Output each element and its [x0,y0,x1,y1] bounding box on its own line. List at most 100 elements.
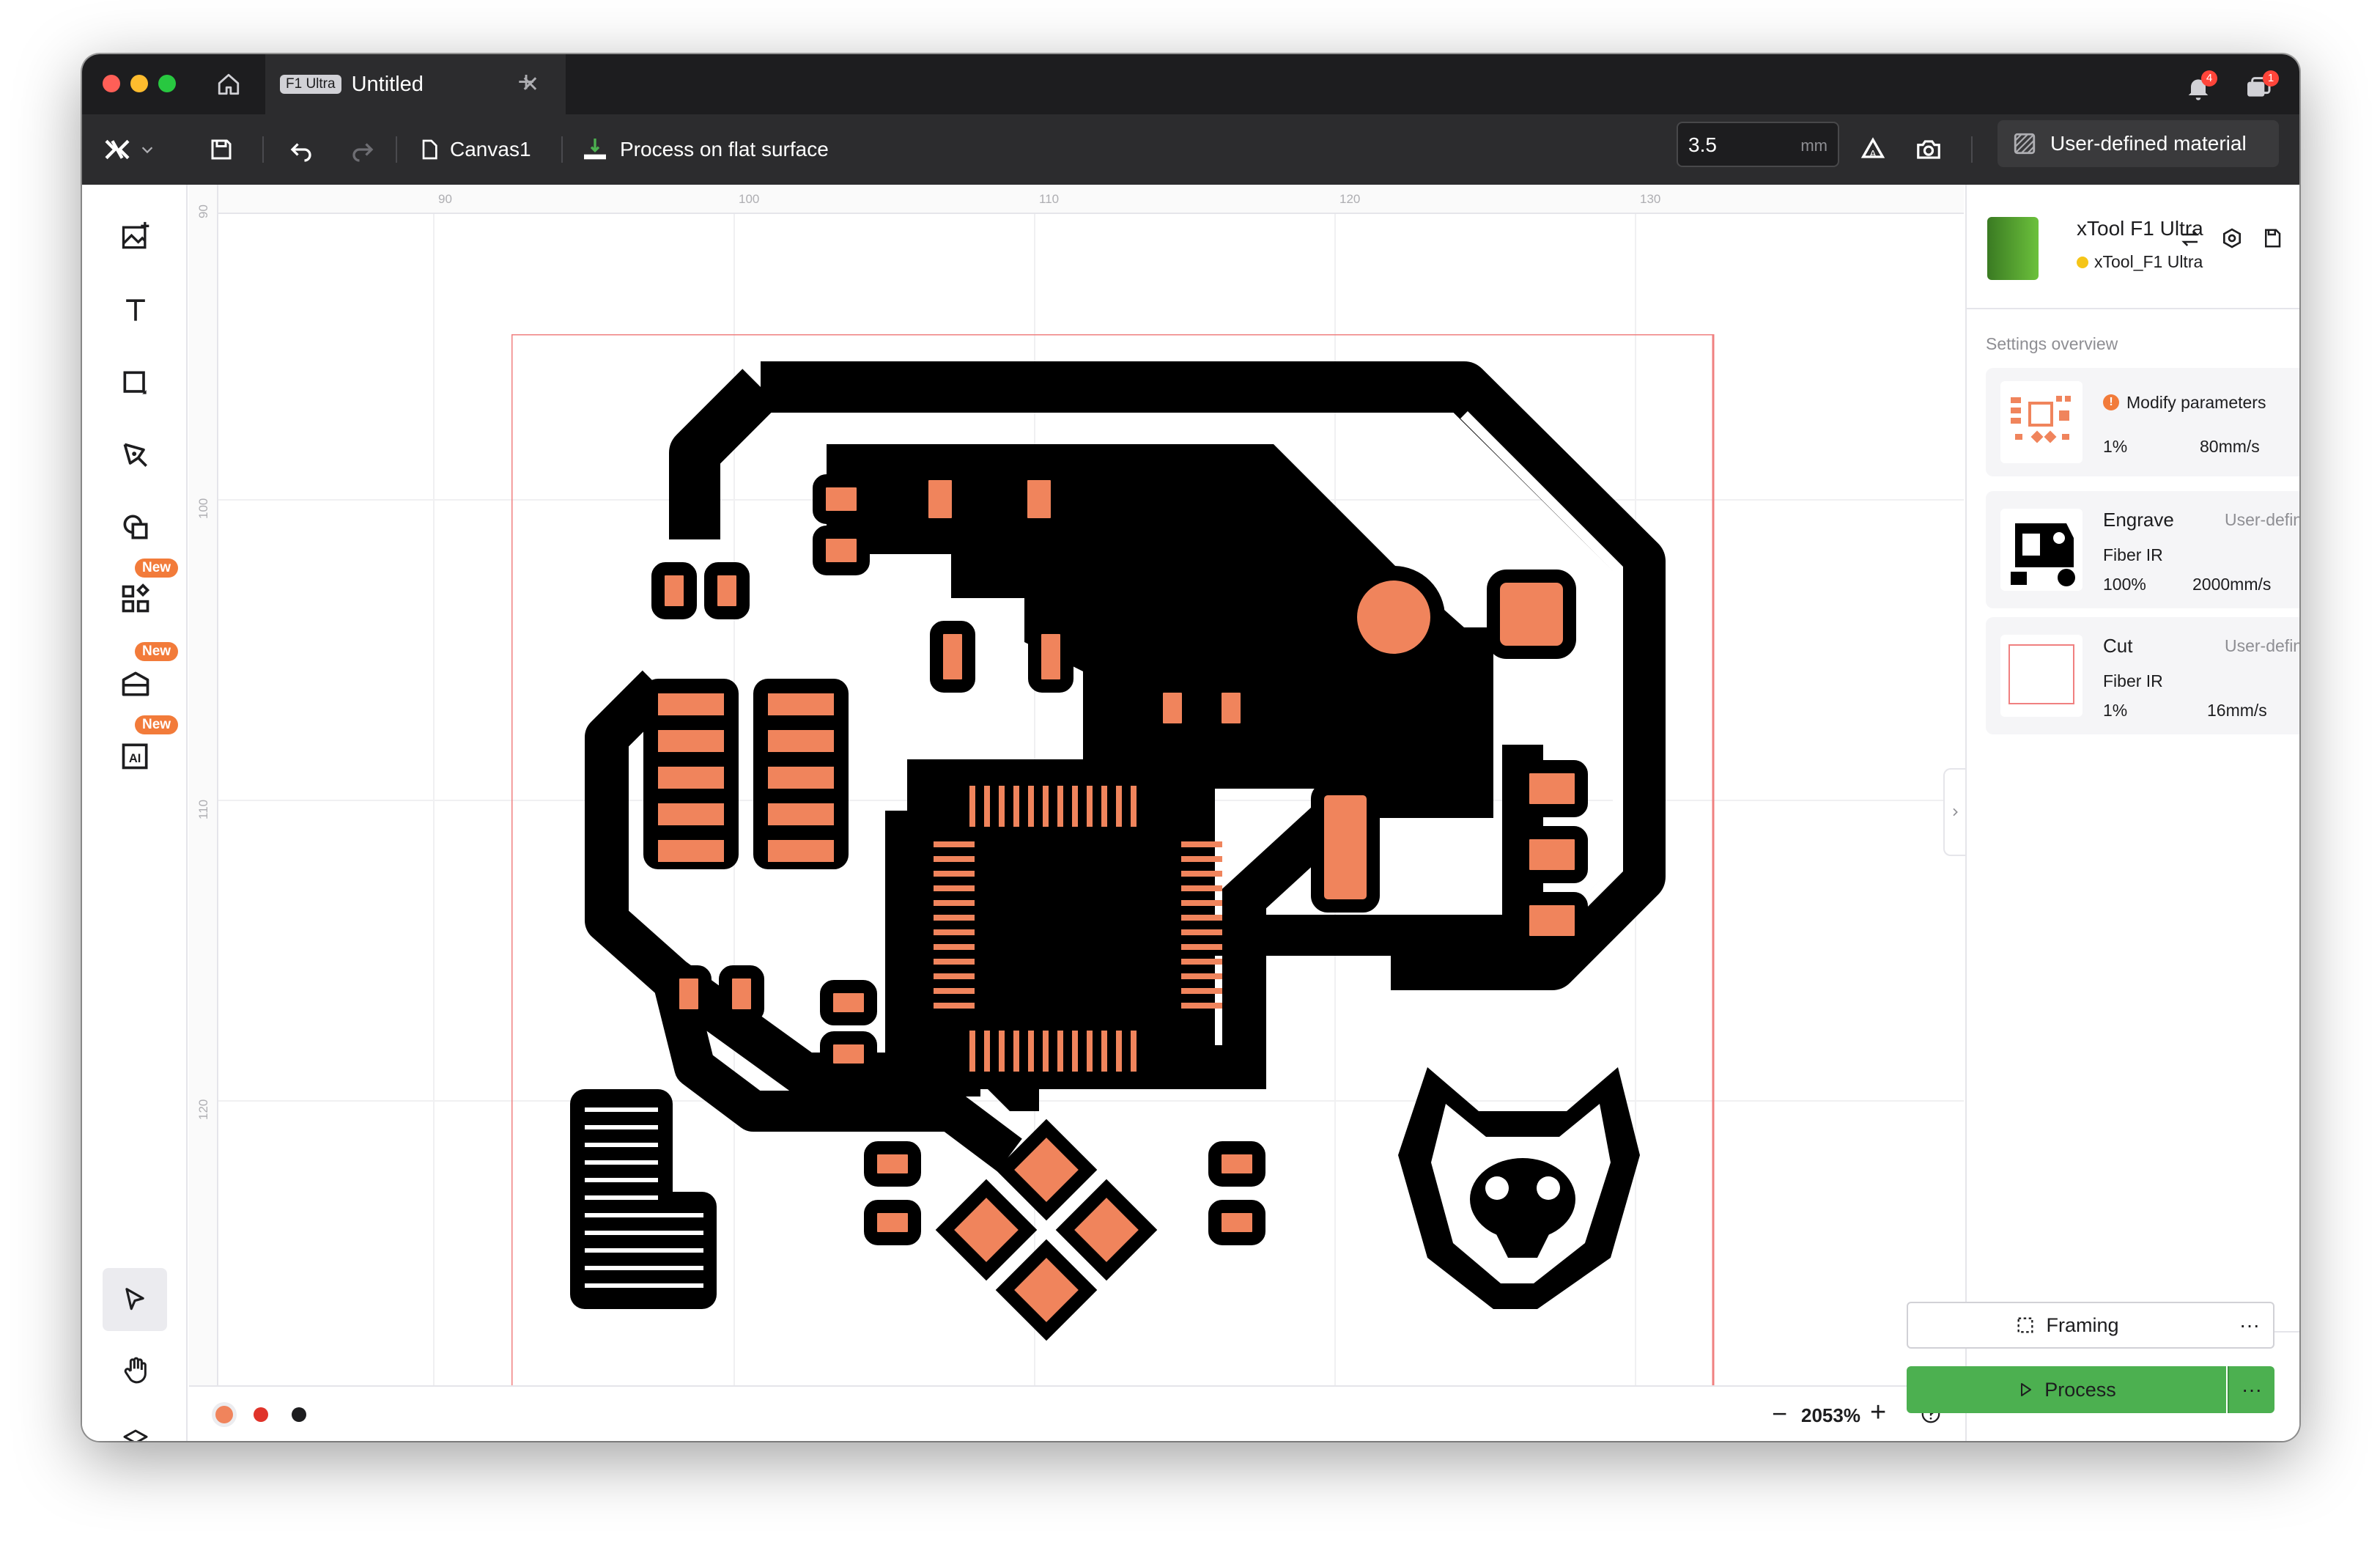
shapes-icon [123,515,148,539]
pen-icon [123,443,147,467]
framing-button[interactable]: Framing [1907,1302,2228,1349]
process-label: Process [2044,1378,2116,1401]
device-thumbnail [1987,217,2039,280]
settings-card-engrave[interactable]: Engrave User-define... Fiber IR 100% 200… [1986,491,2299,608]
minimize-window-button[interactable] [130,75,148,92]
toolbar-separator [1971,136,1973,163]
device-settings-icon[interactable] [2220,226,2244,250]
new-badge: New [135,559,179,578]
tab-title: Untitled [351,72,424,96]
card-thumbnail [2000,509,2082,591]
notifications-button[interactable]: 4 [2179,67,2217,106]
text-tool[interactable] [113,287,158,333]
card-power: 1% [2103,437,2128,456]
flat-surface-icon [584,139,606,160]
process-mode-label: Process on flat surface [620,138,829,161]
layers-tool[interactable] [113,1419,158,1441]
device-save-icon[interactable] [2261,227,2283,249]
device-card[interactable]: xTool F1 Ultra xTool_F1 Ultra [1967,185,2299,309]
apps-grid-icon [122,583,150,613]
undo-button[interactable] [274,114,328,185]
process-mode-selector[interactable]: Process on flat surface [580,114,829,185]
material-selector[interactable]: User-defined material [1998,120,2279,167]
canvas-area[interactable]: 90 100 110 120 130 90 100 110 120 [189,185,1964,1388]
swap-device-icon[interactable] [2179,227,2201,249]
thickness-unit: mm [1800,136,1828,155]
main-toolbar: Canvas1 Process on flat surface 3.5 mm A [82,114,2299,185]
projects-tool[interactable]: New [113,642,179,707]
ruler-x-label: 120 [1339,192,1361,206]
redo-button[interactable] [336,114,390,185]
messages-count: 1 [2263,70,2279,86]
ruler-x-label: 110 [1039,192,1060,206]
xtool-logo-icon [105,139,130,160]
new-badge: New [135,642,179,661]
layers-icon [123,1429,148,1441]
zoom-in-button[interactable]: + [1870,1397,1886,1429]
goblin-mascot [1398,1067,1640,1309]
messages-button[interactable]: 1 [2239,67,2279,106]
card-power: 1% [2103,701,2128,720]
ruler-horizontal: 90 100 110 120 130 [189,185,1964,214]
card-speed: 2000mm/s [2192,575,2272,594]
ruler-y-label: 120 [196,1099,210,1120]
auto-focus-icon: A [1860,137,1885,159]
canvas-selector[interactable]: Canvas1 [418,114,531,185]
save-icon [211,139,232,160]
select-tool[interactable] [103,1268,167,1331]
layer-color-swatch[interactable] [215,1406,233,1423]
card-thumbnail [2000,635,2082,717]
thickness-input[interactable]: 3.5 mm [1677,122,1839,167]
shape-tool[interactable] [113,361,158,406]
app-menu-button[interactable] [103,114,161,185]
ruler-x-label: 90 [438,192,452,206]
card-title: Engrave [2103,509,2174,531]
title-bar: F1 Ultra Untitled ✕ + 4 1 [82,54,2299,114]
svg-text:AI: AI [129,752,141,765]
ruler-x-label: 130 [1640,192,1661,206]
elements-tool[interactable] [113,504,158,550]
chevron-down-icon [141,147,153,154]
pcb-design[interactable] [511,334,1721,1390]
new-tab-button[interactable]: + [497,66,555,99]
framing-more-button[interactable]: ··· [2226,1302,2274,1349]
card-title: Cut [2103,635,2133,657]
process-more-button[interactable]: ··· [2228,1366,2274,1413]
card-thumbnail [2000,381,2082,463]
layer-color-swatch[interactable] [292,1407,306,1422]
chevron-right-icon [1953,808,1958,817]
save-button[interactable] [199,114,243,185]
card-laser: Fiber IR [2103,545,2163,564]
ruler-vertical: 90 100 110 120 [189,185,218,1385]
device-profile: xTool_F1 Ultra [2094,252,2203,271]
pan-tool[interactable] [113,1347,158,1393]
panel-collapse-handle[interactable] [1943,768,1965,856]
maximize-window-button[interactable] [158,75,176,92]
rectangle-icon [123,371,147,394]
folder-box-icon [122,671,149,696]
settings-card-cut[interactable]: Cut User-define... Fiber IR 1% 16mm/s 1 [1986,617,2299,734]
layer-color-swatch[interactable] [254,1407,268,1422]
ruler-y-label: 110 [196,799,210,819]
status-bar: − 2053% + [189,1385,1964,1441]
zoom-out-button[interactable]: − [1772,1398,1787,1429]
camera-icon [1917,140,1940,159]
auto-measure-button[interactable]: A [1851,114,1895,185]
apps-tool[interactable]: New [113,559,179,622]
home-button[interactable] [199,54,258,114]
more-icon: ··· [2239,1313,2260,1336]
hand-icon [124,1357,147,1384]
thickness-value: 3.5 [1688,133,1717,156]
zoom-level: 2053% [1801,1404,1860,1426]
close-window-button[interactable] [103,75,120,92]
image-tool[interactable] [113,214,158,259]
camera-button[interactable] [1907,114,1951,185]
ai-image-tool[interactable]: AI New [113,715,179,778]
material-label: User-defined material [2050,132,2247,155]
process-button[interactable]: Process [1907,1366,2226,1413]
redo-icon [352,143,374,162]
text-icon [126,299,145,321]
settings-card-modify[interactable]: ! Modify parameters 1% 80mm/s 1 [1986,368,2299,476]
pen-tool[interactable] [113,432,158,478]
home-icon [218,73,240,95]
